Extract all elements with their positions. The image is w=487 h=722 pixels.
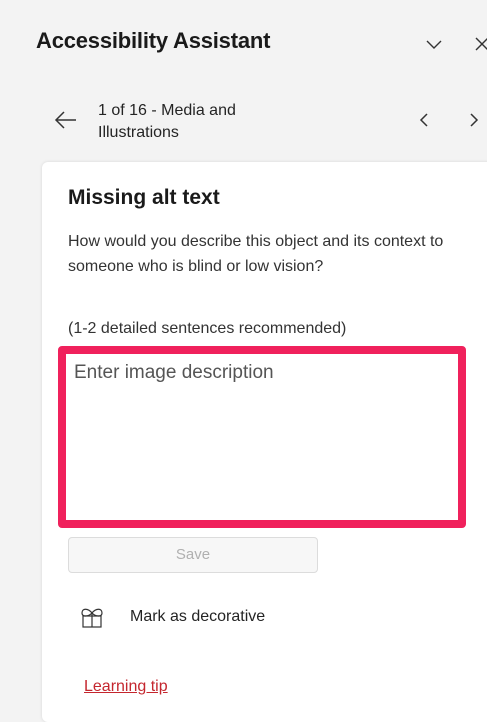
pane-header: Accessibility Assistant	[0, 0, 487, 90]
sentence-hint: (1-2 detailed sentences recommended)	[68, 320, 347, 337]
close-icon[interactable]	[472, 34, 487, 54]
image-description-box	[58, 346, 466, 528]
image-description-input[interactable]	[74, 362, 454, 512]
bow-icon	[81, 608, 103, 628]
issue-position-text: 1 of 16 - Media and Illustrations	[98, 102, 236, 141]
issue-title: Missing alt text	[68, 186, 220, 209]
save-button[interactable]: Save	[68, 537, 318, 573]
learning-tip-link[interactable]: Learning tip	[84, 678, 168, 696]
chevron-left-icon[interactable]	[414, 106, 434, 134]
chevron-right-icon[interactable]	[464, 106, 484, 134]
issue-description: How would you describe this object and i…	[68, 233, 444, 275]
chevron-down-icon[interactable]	[424, 34, 444, 54]
arrow-left-icon[interactable]	[52, 106, 80, 134]
pane-title: Accessibility Assistant	[36, 28, 271, 53]
mark-decorative-label: Mark as decorative	[130, 608, 266, 625]
issue-navigation: 1 of 16 - Media and Illustrations	[0, 92, 487, 152]
